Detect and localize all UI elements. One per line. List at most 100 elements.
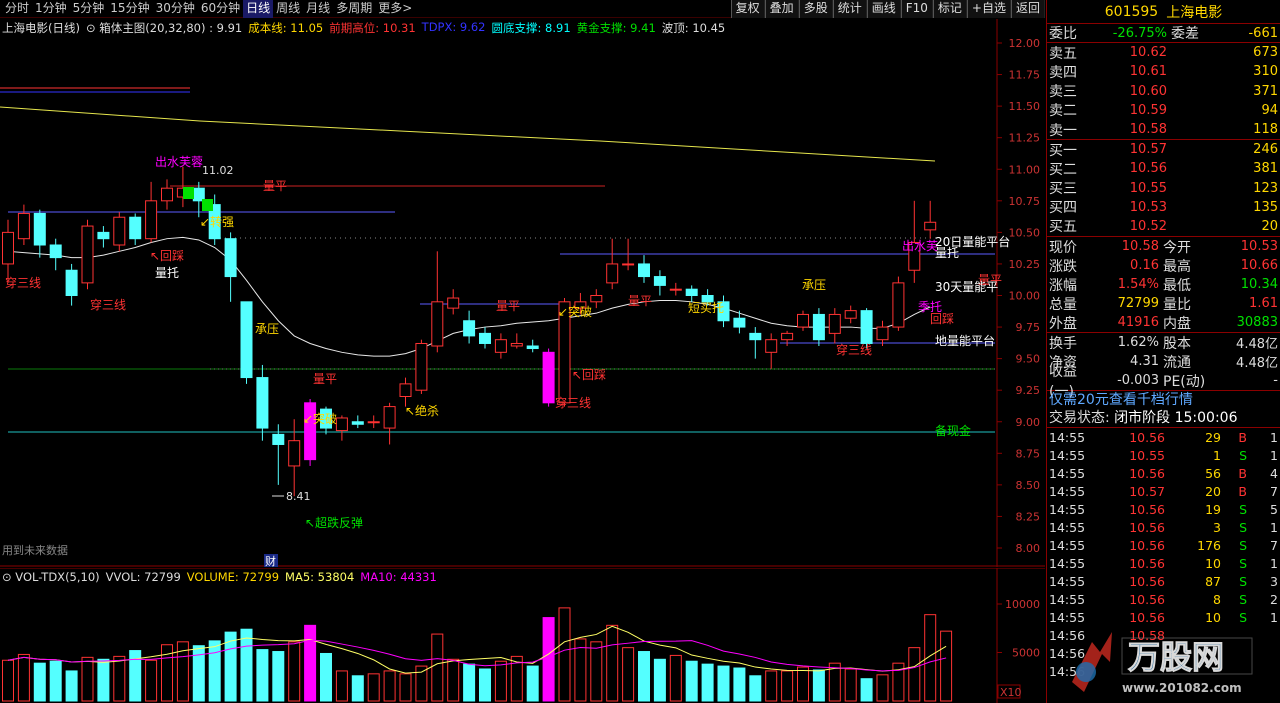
y-tick-label: 8.00	[1016, 542, 1041, 555]
tab-period-4[interactable]: 30分钟	[153, 0, 198, 18]
candle-body	[288, 440, 301, 467]
tab-period-9[interactable]: 多周期	[333, 0, 375, 18]
ask-label: 卖三	[1049, 84, 1077, 101]
finance-badge: 财	[265, 554, 276, 567]
kline-svg[interactable]: 12.00 11.75 11.50 11.25 11.00 10.75 10.50 10.25…	[0, 19, 1045, 568]
tab-period-0[interactable]: 分时	[2, 0, 32, 18]
trade-status: 交易状态: 闭市阶段 15:00:06	[1047, 409, 1280, 429]
tick-volume: 1	[1213, 447, 1221, 463]
quote1-label: 量比	[1163, 296, 1191, 313]
volume-bar	[431, 633, 444, 702]
tab-period-2[interactable]: 5分钟	[70, 0, 108, 18]
volume-chart[interactable]: 10000 5000 X10 ⊙ VOL-TDX(5,10) VVOL: 72799 V…	[0, 567, 1045, 703]
signal-label-1: 量平	[263, 179, 287, 193]
y-tick-label: 10.75	[1009, 195, 1041, 208]
tab-period-3[interactable]: 15分钟	[107, 0, 152, 18]
volume-svg[interactable]: 10000 5000 X10	[0, 567, 1045, 703]
tick-count: 4	[1270, 465, 1278, 481]
bid-price: 10.55	[1129, 180, 1167, 196]
toolbar-button-3[interactable]: 统计	[832, 0, 867, 18]
tick-row-7: 14:55 10.56 10 S 1	[1047, 554, 1280, 572]
volume-bar	[765, 670, 778, 702]
candle-body	[113, 216, 126, 246]
ask-label: 卖一	[1049, 122, 1077, 139]
tick-count: 1	[1270, 519, 1278, 535]
tick-count: 7	[1270, 483, 1278, 499]
quote2-label: 换手	[1049, 335, 1077, 352]
toolbar-button-5[interactable]: F10	[900, 0, 933, 18]
tick-row-8: 14:55 10.56 87 S 3	[1047, 572, 1280, 590]
candle-body	[240, 301, 253, 379]
tick-direction: B	[1238, 429, 1247, 445]
volume-bar	[940, 630, 953, 702]
tick-price: 10.55	[1129, 447, 1165, 463]
stock-name: 上海电影	[1166, 4, 1223, 21]
tab-period-6[interactable]: 日线	[243, 0, 274, 18]
main-legend-item-5: 圆底支撑: 8.91	[491, 21, 571, 35]
tick-volume: 3	[1213, 519, 1221, 535]
volume-bar	[542, 617, 555, 702]
tab-period-7[interactable]: 周线	[273, 0, 303, 18]
candle-body	[479, 332, 491, 344]
volume-bar	[81, 656, 94, 702]
quote2-label: 流通	[1163, 354, 1191, 371]
volume-bar	[240, 628, 253, 702]
quote1-value: 41916	[1117, 315, 1159, 331]
tick-list[interactable]: 14:55 10.56 29 B 1 14:55 10.55 1 S 1 14:55 10.56 56 B…	[1047, 428, 1280, 680]
tick-row-0: 14:55 10.56 29 B 1	[1047, 428, 1280, 446]
tab-period-5[interactable]: 60分钟	[198, 0, 243, 18]
volume-bar	[622, 647, 635, 702]
tick-row-12: 14:56	[1047, 644, 1280, 662]
toolbar-button-4[interactable]: 画线	[866, 0, 901, 18]
signal-label-4: 量托	[155, 266, 179, 280]
candle-body	[542, 351, 555, 404]
candle-body	[415, 342, 428, 391]
candle-body	[924, 221, 937, 231]
toolbar-button-7[interactable]: +自选	[966, 0, 1011, 18]
volume-bar	[606, 624, 619, 702]
quote2-value: 1.62%	[1117, 335, 1159, 351]
quote2-label: PE(动)	[1163, 373, 1206, 390]
quote2-value: -0.003	[1117, 373, 1159, 389]
volume-bar	[797, 666, 809, 702]
toolbar-button-0[interactable]: 复权	[730, 0, 765, 18]
volume-bar	[733, 667, 746, 702]
stock-code: 601595	[1104, 3, 1159, 20]
signal-label-8: 量平	[313, 372, 337, 386]
ask-volume: 310	[1253, 64, 1278, 80]
tick-count: 1	[1270, 447, 1278, 463]
tick-volume: 29	[1205, 429, 1221, 445]
y-tick-label: 10.50	[1009, 226, 1041, 239]
quote1-row-3: 总量 72799 量比 1.61	[1047, 294, 1280, 313]
promo-link[interactable]: 仅需20元查看千档行情	[1047, 390, 1280, 409]
tick-row-10: 14:55 10.56 10 S 1	[1047, 608, 1280, 626]
candle-body	[844, 310, 857, 319]
y-tick-label: 11.75	[1009, 69, 1041, 82]
signal-label-24: 季托	[918, 300, 942, 314]
tick-count: 1	[1270, 609, 1278, 625]
quote1-label: 现价	[1049, 239, 1077, 256]
volume-bar	[669, 654, 682, 702]
tick-time: 14:55	[1049, 519, 1086, 535]
toolbar-button-2[interactable]: 多股	[798, 0, 833, 18]
bid-row-3: 买四 10.53 135	[1047, 198, 1280, 217]
volume-bar	[320, 652, 332, 702]
tick-price: 10.56	[1129, 519, 1165, 535]
tick-time: 14:55	[1049, 609, 1086, 625]
candle-body	[669, 288, 682, 291]
bid-price: 10.57	[1129, 142, 1167, 158]
ask-volume: 673	[1253, 45, 1278, 61]
main-legend-item-2: 成本线: 11.05	[248, 21, 324, 35]
volume-bar	[463, 663, 476, 702]
toolbar-button-1[interactable]: 叠加	[764, 0, 799, 18]
toolbar-button-6[interactable]: 标记	[932, 0, 967, 18]
kline-chart[interactable]: 12.00 11.75 11.50 11.25 11.00 10.75 10.50 10.25…	[0, 19, 1045, 568]
high-price-label: 11.02	[202, 164, 234, 177]
tab-period-8[interactable]: 月线	[303, 0, 333, 18]
toolbar-button-8[interactable]: 返回	[1010, 0, 1045, 18]
tab-period-10[interactable]: 更多>	[375, 0, 415, 18]
ask-volume: 371	[1253, 83, 1278, 99]
quote2-row-0: 换手 1.62% 股本 4.48亿	[1047, 333, 1280, 352]
tab-period-1[interactable]: 1分钟	[32, 0, 70, 18]
tick-direction: S	[1239, 501, 1247, 517]
